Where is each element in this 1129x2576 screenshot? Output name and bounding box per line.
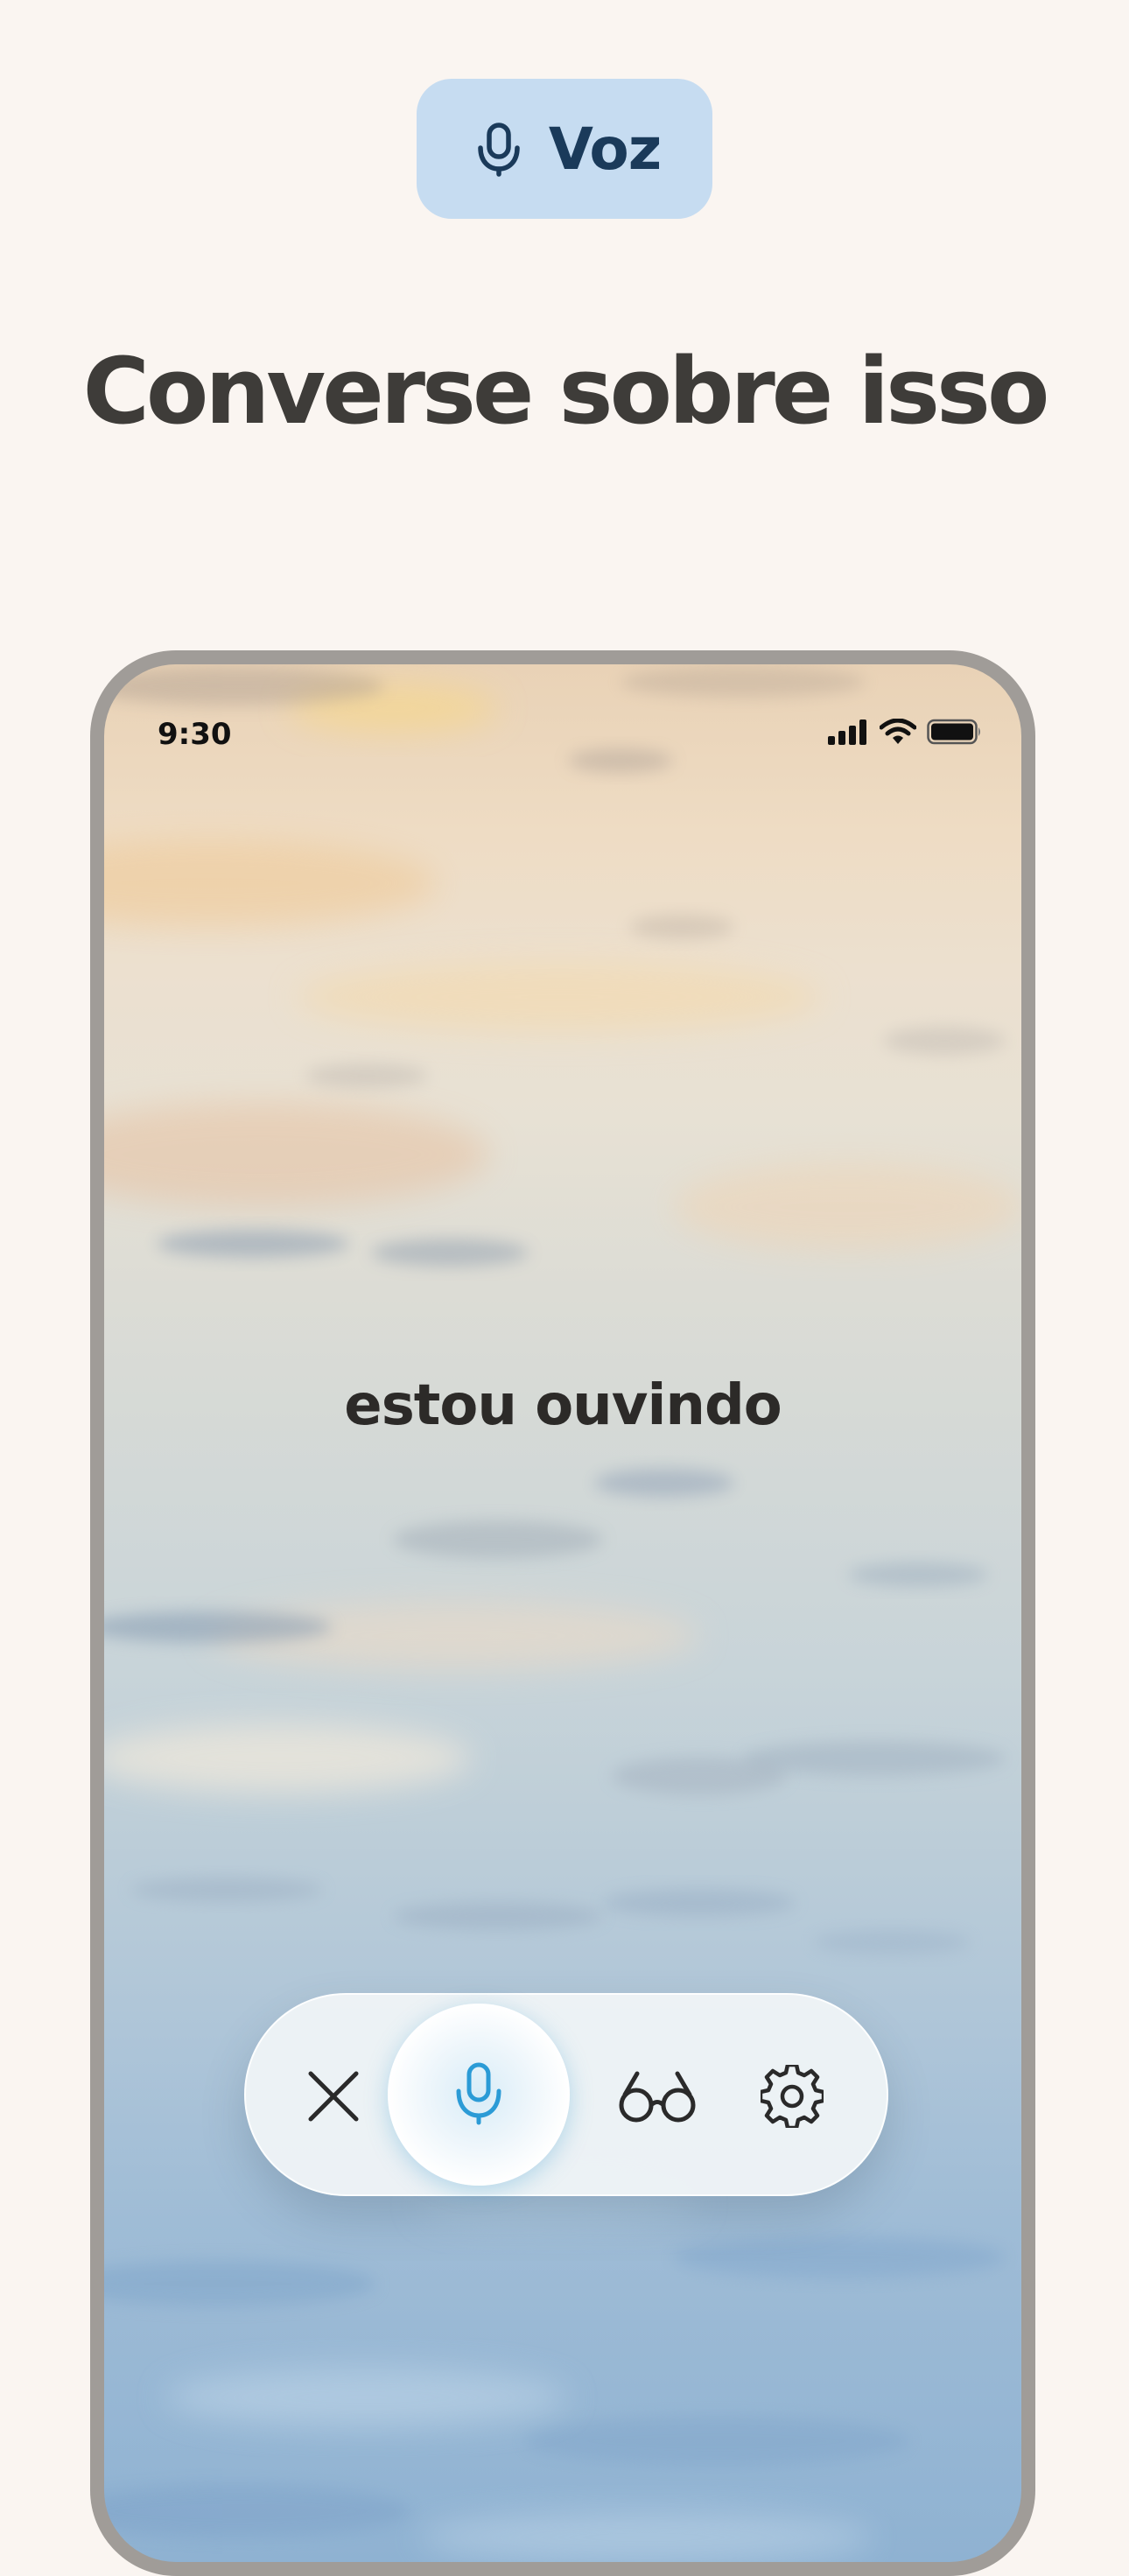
phone-mockup: 9:30 estou ouvindo [90, 650, 1035, 2576]
cellular-signal-icon [827, 719, 869, 745]
water-background [104, 666, 1021, 2562]
gear-icon [761, 2065, 824, 2128]
phone-screen: 9:30 estou ouvindo [104, 664, 1021, 2562]
voice-controls-bar [244, 1993, 888, 2196]
wifi-icon [880, 719, 916, 745]
voice-badge: Voz [417, 79, 712, 219]
status-icons [827, 719, 983, 745]
page-headline: Converse sobre isso [82, 338, 1050, 445]
battery-icon [927, 719, 983, 745]
close-icon [308, 2071, 359, 2122]
glasses-button[interactable] [614, 2061, 701, 2131]
badge-label: Voz [548, 115, 662, 183]
close-button[interactable] [298, 2061, 368, 2131]
microphone-icon [456, 2062, 501, 2125]
microphone-button[interactable] [388, 2004, 570, 2186]
settings-button[interactable] [755, 2060, 829, 2133]
status-time: 9:30 [158, 717, 232, 752]
glasses-icon [619, 2071, 696, 2123]
microphone-icon [468, 118, 529, 179]
listening-status: estou ouvindo [344, 1373, 782, 1438]
